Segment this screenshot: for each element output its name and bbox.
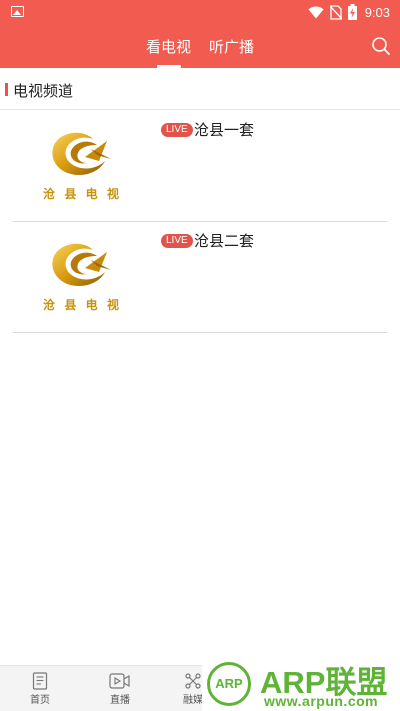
battery-charging-icon xyxy=(347,4,357,20)
live-badge: LIVE xyxy=(161,123,193,137)
nav-label: 直播 xyxy=(110,695,130,706)
watermark-url: www.arpun.com xyxy=(264,693,379,709)
image-icon xyxy=(11,6,24,17)
no-sim-icon xyxy=(329,4,342,20)
watermark: ARP ARP联盟 www.arpun.com xyxy=(202,654,400,711)
nav-item-live[interactable]: 直播 xyxy=(100,672,140,706)
app-header: 看电视 听广播 xyxy=(0,24,400,68)
section-accent-bar xyxy=(5,83,8,96)
logo-caption: 沧 县 电 视 xyxy=(43,298,119,312)
video-icon xyxy=(109,673,130,689)
tab-listen-radio[interactable]: 听广播 xyxy=(209,36,254,57)
channel-logo: 沧 县 电 视 xyxy=(39,240,123,314)
wifi-icon xyxy=(308,6,324,18)
status-icons: 9:03 xyxy=(308,3,390,21)
live-badge: LIVE xyxy=(161,234,193,248)
document-icon xyxy=(32,672,48,690)
watermark-logo: ARP xyxy=(207,662,251,706)
channel-name[interactable]: 沧县一套 xyxy=(194,119,254,140)
channel-item[interactable]: 沧 县 电 视 LIVE 沧县一套 xyxy=(13,111,387,222)
tv-station-emblem-icon xyxy=(52,243,111,286)
logo-caption: 沧 县 电 视 xyxy=(43,187,119,201)
share-icon xyxy=(185,673,201,689)
section-title: 电视频道 xyxy=(13,82,74,100)
search-icon[interactable] xyxy=(370,35,392,57)
channel-item[interactable]: 沧 县 电 视 LIVE 沧县二套 xyxy=(13,222,387,333)
channel-name[interactable]: 沧县二套 xyxy=(194,230,254,251)
watermark-logo-text: ARP xyxy=(215,676,243,691)
section-header: 电视频道 xyxy=(0,68,400,110)
nav-item-home[interactable]: 首页 xyxy=(20,672,60,706)
tv-station-emblem-icon xyxy=(52,132,111,175)
channel-logo: 沧 县 电 视 xyxy=(39,129,123,203)
status-bar: 9:03 xyxy=(0,0,400,24)
status-time: 9:03 xyxy=(364,4,390,20)
nav-label: 首页 xyxy=(30,695,50,706)
tab-watch-tv[interactable]: 看电视 xyxy=(146,36,191,57)
